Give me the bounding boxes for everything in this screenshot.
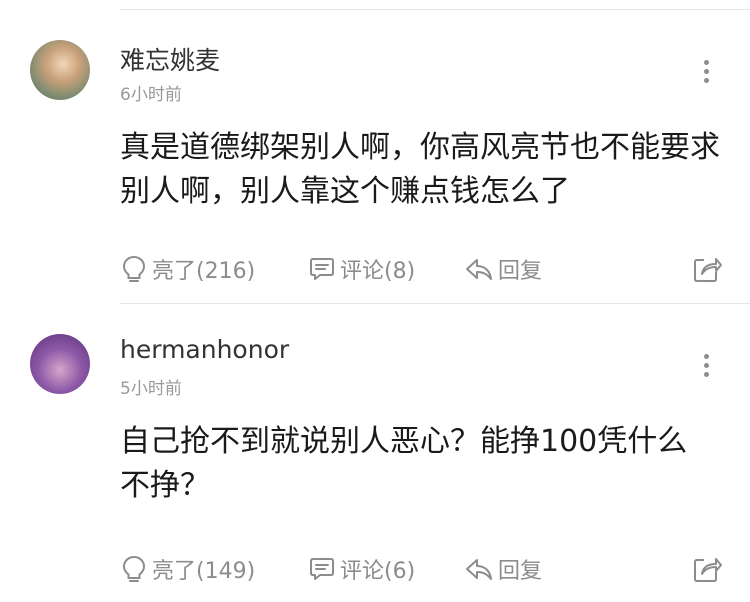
like-button[interactable]: 亮了(149): [120, 554, 255, 584]
share-button[interactable]: [692, 554, 726, 584]
share-button[interactable]: [692, 254, 726, 284]
like-label: 亮了(149): [152, 559, 256, 584]
comment-actions: 亮了(149) 评论(6) 回复: [120, 554, 730, 584]
more-options-icon[interactable]: [696, 354, 716, 378]
reply-label: 回复: [498, 259, 543, 284]
comment-bubble-icon: [310, 258, 334, 280]
reply-arrow-icon: [466, 259, 492, 280]
top-divider: [120, 9, 750, 10]
comment-divider: [120, 303, 750, 304]
reply-button[interactable]: 回复: [464, 554, 542, 584]
comment-bubble-icon: [310, 558, 334, 580]
share-icon: [694, 558, 722, 582]
comment-label: 评论(8): [340, 259, 416, 284]
comment-button[interactable]: 评论(8): [308, 254, 415, 284]
lightbulb-icon: [122, 255, 146, 282]
username[interactable]: hermanhonor: [120, 335, 289, 364]
timestamp: 6小时前: [120, 85, 182, 105]
share-icon: [694, 258, 722, 282]
reply-arrow-icon: [466, 559, 492, 580]
avatar[interactable]: [30, 334, 90, 394]
more-options-icon[interactable]: [696, 60, 716, 84]
comment-button[interactable]: 评论(6): [308, 554, 415, 584]
comment-text: 自己抢不到就说别人恶心？能挣100凭什么不挣？: [120, 424, 688, 503]
reply-button[interactable]: 回复: [464, 254, 542, 284]
timestamp: 5小时前: [120, 379, 182, 399]
like-button[interactable]: 亮了(216): [120, 254, 255, 284]
reply-label: 回复: [498, 559, 543, 584]
like-label: 亮了(216): [152, 259, 256, 284]
username[interactable]: 难忘姚麦: [120, 41, 220, 77]
avatar[interactable]: [30, 40, 90, 100]
lightbulb-icon: [122, 555, 146, 582]
comment-text: 真是道德绑架别人啊，你高风亮节也不能要求别人啊，别人靠这个赚点钱怎么了: [120, 130, 720, 209]
comment-label: 评论(6): [340, 559, 416, 584]
comment-actions: 亮了(216) 评论(8) 回复: [120, 254, 730, 284]
